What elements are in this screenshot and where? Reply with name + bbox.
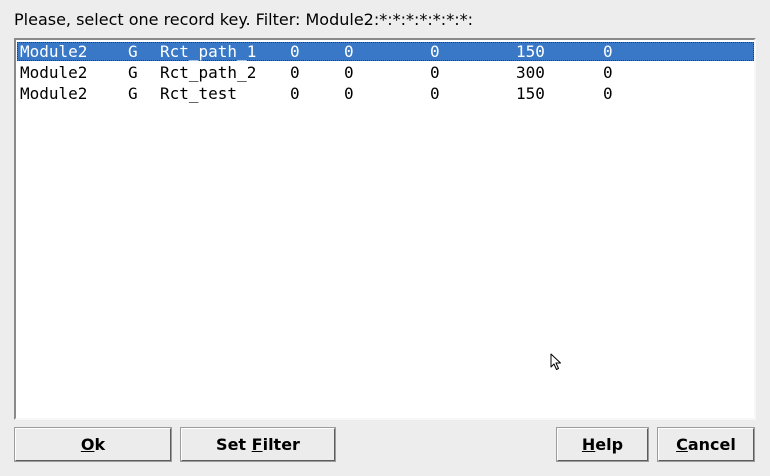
list-item[interactable]: Module2 G Rct_path_1 0 0 0 150 0	[17, 42, 754, 61]
record-field-8: 0	[603, 84, 613, 103]
select-record-dialog: Please, select one record key. Filter: M…	[0, 0, 770, 476]
help-button[interactable]: Help	[557, 428, 648, 461]
set-filter-button-mnemonic: F	[251, 435, 263, 454]
record-type: G	[128, 84, 138, 103]
record-field-4: 0	[290, 84, 300, 103]
set-filter-button[interactable]: Set Filter	[181, 428, 335, 461]
record-name: Rct_path_2	[160, 63, 257, 82]
record-field-8: 0	[603, 42, 613, 61]
list-item[interactable]: Module2 G Rct_path_2 0 0 0 300 0	[17, 63, 754, 82]
record-module: Module2	[20, 84, 88, 103]
record-name: Rct_path_1	[160, 42, 257, 61]
ok-button-label-post: k	[94, 435, 106, 454]
record-field-7: 150	[516, 42, 545, 61]
cancel-button[interactable]: Cancel	[658, 428, 754, 461]
dialog-prompt: Please, select one record key. Filter: M…	[14, 10, 473, 29]
record-field-5: 0	[344, 63, 354, 82]
set-filter-button-label-pre: Set	[216, 435, 252, 454]
record-field-5: 0	[344, 42, 354, 61]
record-field-6: 0	[430, 63, 440, 82]
record-name: Rct_test	[160, 84, 238, 103]
record-field-6: 0	[430, 84, 440, 103]
record-field-4: 0	[290, 42, 300, 61]
record-field-4: 0	[290, 63, 300, 82]
mouse-pointer-icon	[550, 353, 561, 370]
help-button-mnemonic: H	[581, 435, 596, 454]
help-button-label-post: elp	[595, 435, 624, 454]
list-item[interactable]: Module2 G Rct_test 0 0 0 150 0	[17, 84, 754, 103]
record-listbox[interactable]: Module2 G Rct_path_1 0 0 0 150 0 Module2…	[14, 38, 756, 420]
record-field-6: 0	[430, 42, 440, 61]
record-module: Module2	[20, 63, 88, 82]
ok-button-mnemonic: O	[80, 435, 95, 454]
ok-button[interactable]: Ok	[15, 428, 171, 461]
record-field-5: 0	[344, 84, 354, 103]
set-filter-button-label-post: ilter	[262, 435, 300, 454]
cancel-button-mnemonic: C	[676, 435, 688, 454]
record-type: G	[128, 42, 138, 61]
cancel-button-label-post: ancel	[687, 435, 736, 454]
record-module: Module2	[20, 42, 88, 61]
record-field-7: 300	[516, 63, 545, 82]
record-field-7: 150	[516, 84, 545, 103]
record-field-8: 0	[603, 63, 613, 82]
record-type: G	[128, 63, 138, 82]
